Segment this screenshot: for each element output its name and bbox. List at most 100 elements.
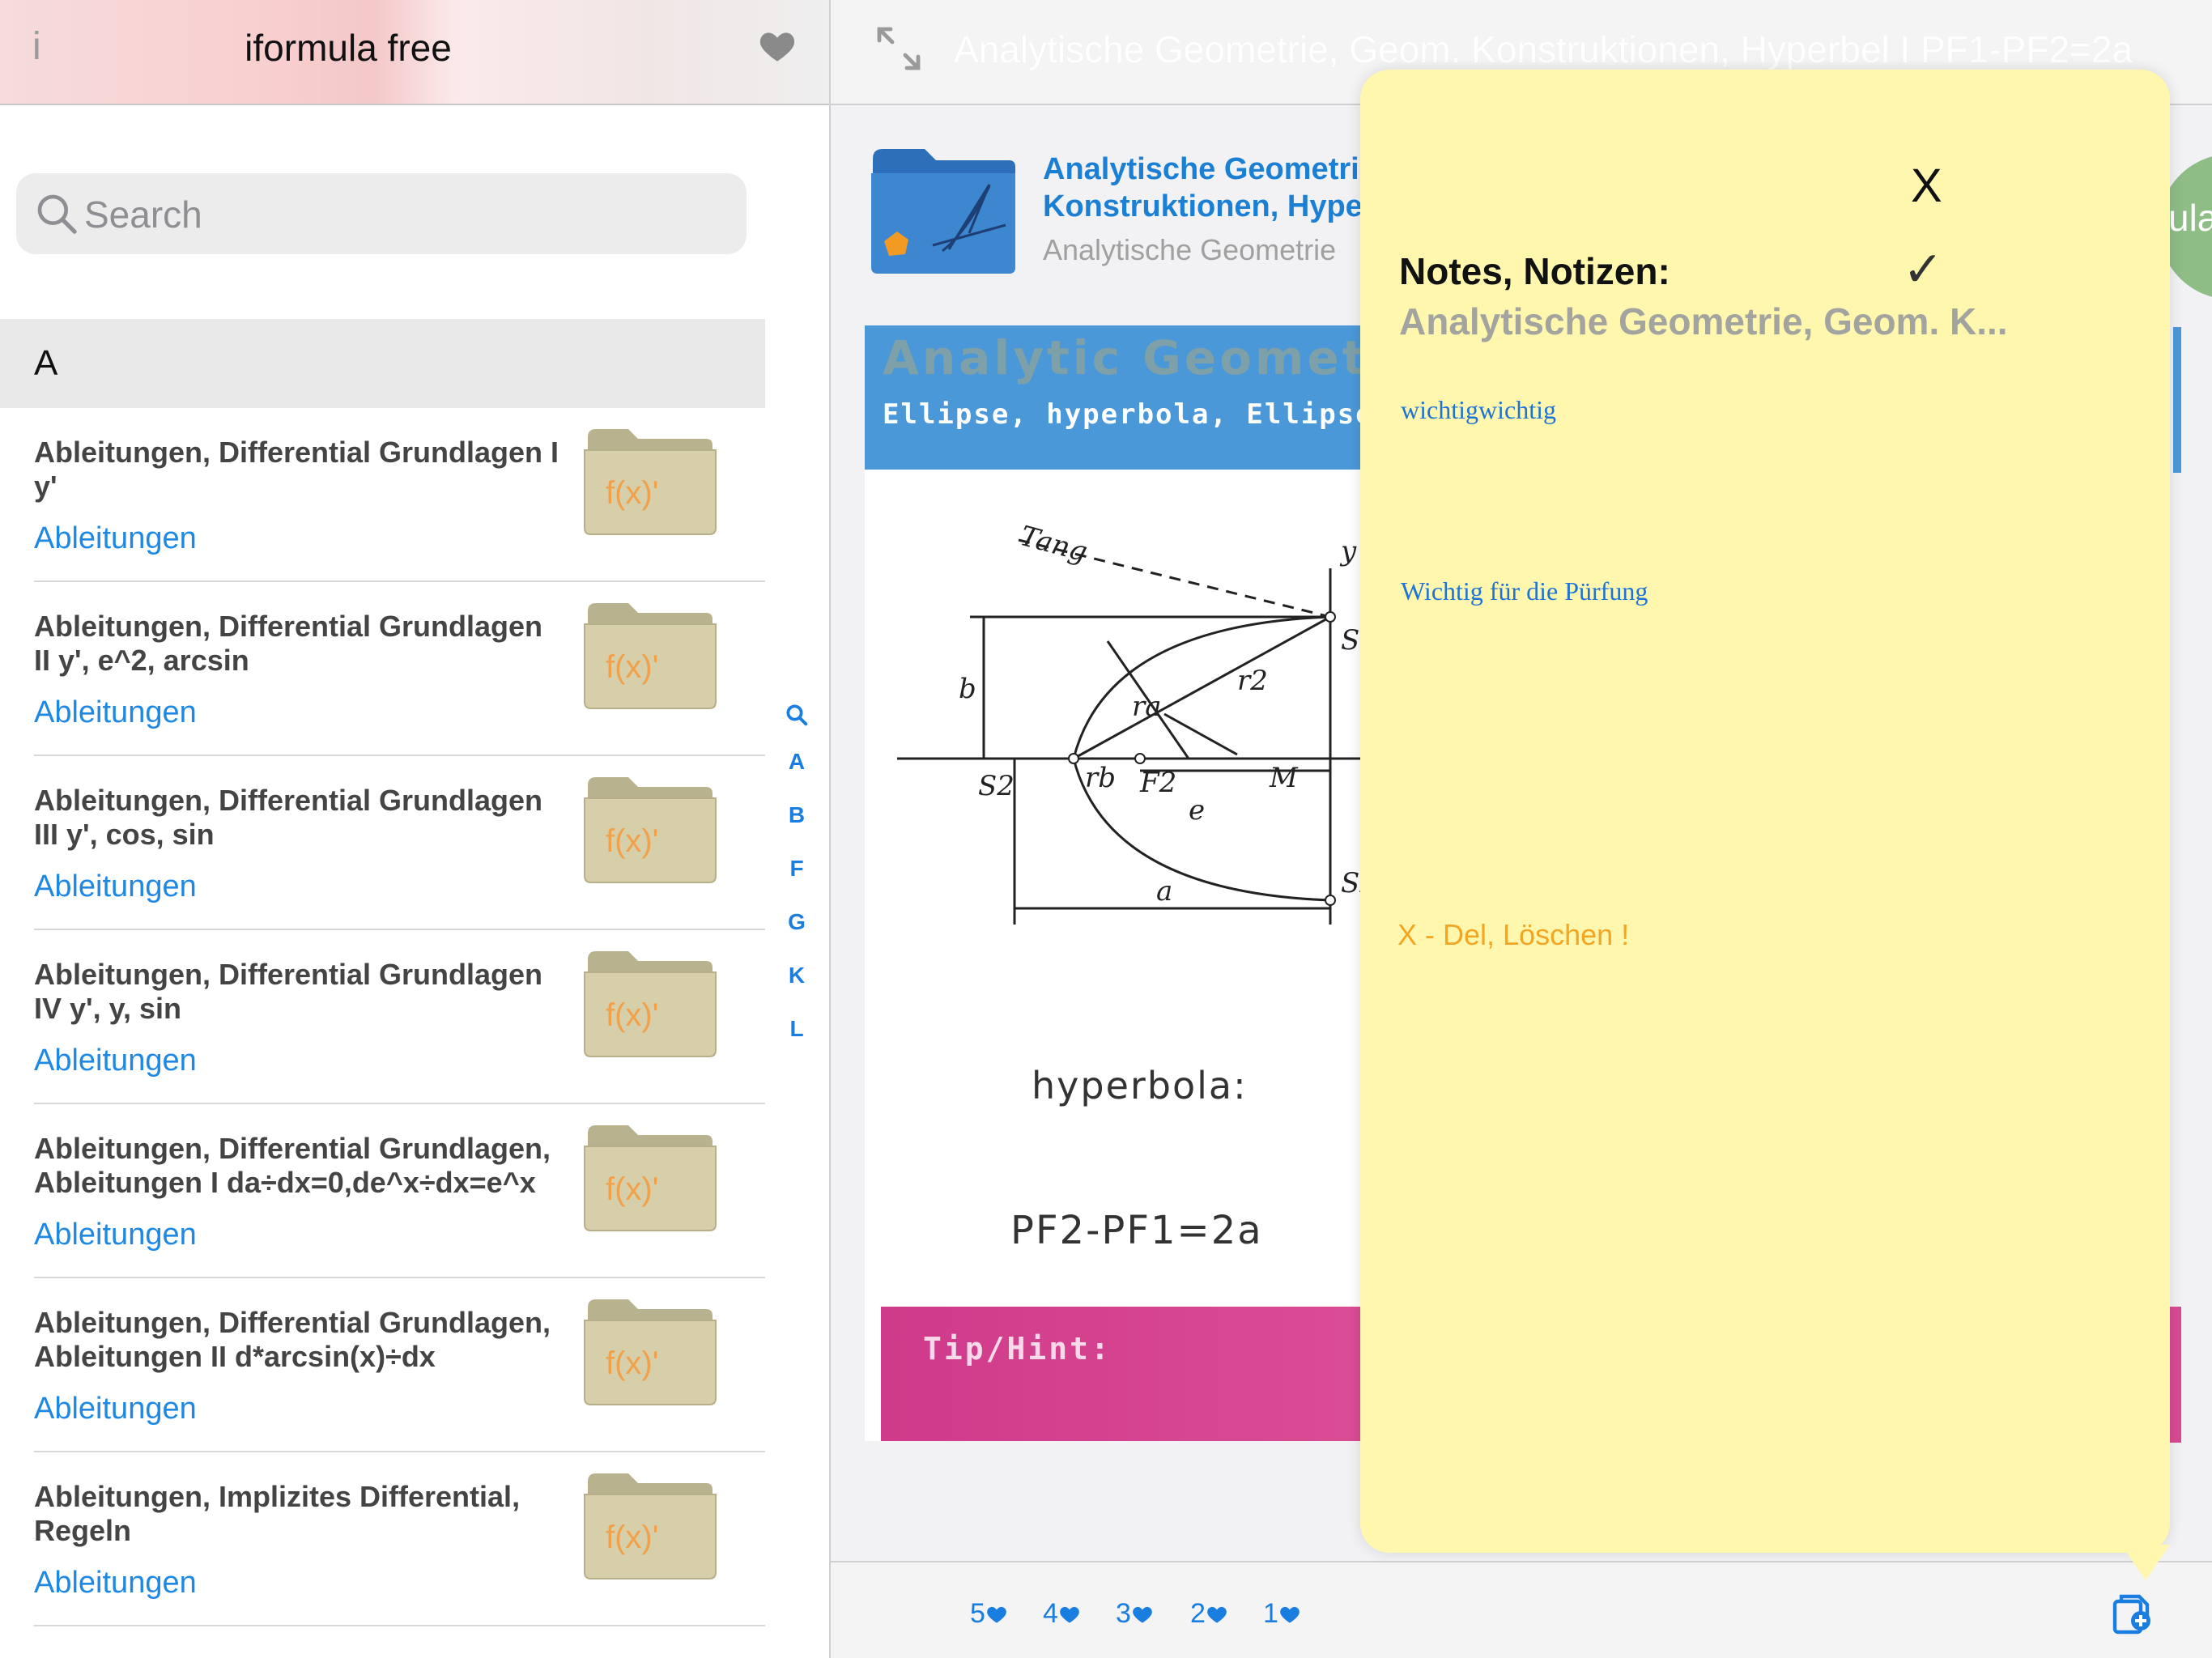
list-item-category: Ableitungen (34, 1392, 197, 1426)
notes-popover: X Notes, Notizen: ✓ Analytische Geometri… (1360, 70, 2170, 1553)
list-item-category: Ableitungen (34, 695, 197, 729)
rating-value: 4 (1043, 1598, 1058, 1629)
folder-label: f(x)' (606, 475, 658, 511)
heart-icon (1060, 1606, 1079, 1623)
index-search-icon[interactable] (785, 703, 809, 727)
delete-hint: X - Del, Löschen ! (1397, 918, 1630, 951)
list-item[interactable]: Ableitungen, Differential Grundlagen I y… (34, 408, 765, 582)
list-item-title: Ableitungen, Differential Grundlagen IV … (34, 958, 543, 1025)
list-item-category: Ableitungen (34, 1566, 197, 1600)
folder-label: f(x)' (606, 1346, 658, 1381)
section-index[interactable]: ABFGKL (779, 703, 815, 1056)
diagram-label-f2: F2 (1139, 767, 1176, 799)
list-item[interactable]: Ableitungen, Differential Grundlagen, Ab… (34, 1278, 765, 1452)
rating-button[interactable]: 5 (970, 1598, 1008, 1630)
hint-label: Tip/Hint: (923, 1331, 1112, 1367)
popover-arrow (2121, 1545, 2170, 1580)
list-item[interactable]: Ableitungen, Implizites Differential, Re… (34, 1452, 765, 1626)
diagram-label-a: a (1156, 875, 1172, 908)
folder-icon: f(x)' (584, 1473, 717, 1579)
rating-value: 2 (1190, 1598, 1206, 1629)
list-item-title: Ableitungen, Differential Grundlagen I y… (34, 436, 559, 503)
diagram-label-rb: rb (1085, 762, 1116, 794)
app-title: iformula free (245, 27, 452, 69)
folder-icon: f(x)' (584, 603, 717, 709)
confirm-button[interactable]: ✓ (1903, 241, 1943, 298)
bottom-toolbar: 5 4 3 2 1 (831, 1561, 2212, 1658)
search-bar[interactable] (16, 173, 747, 254)
rating-button[interactable]: 4 (1043, 1598, 1081, 1630)
list-item-category: Ableitungen (34, 521, 197, 555)
rating-button[interactable]: 1 (1263, 1598, 1301, 1630)
heart-icon[interactable] (757, 26, 798, 66)
index-letter[interactable]: B (779, 789, 815, 842)
add-note-icon[interactable] (2110, 1592, 2155, 1637)
diagram-label-b: b (959, 673, 976, 705)
list-item-title: Ableitungen, Differential Grundlagen II … (34, 610, 543, 677)
folder-icon: f(x)' (584, 951, 717, 1057)
formula-list: Ableitungen, Differential Grundlagen I y… (0, 408, 765, 1626)
folder-icon: f(x)' (584, 1125, 717, 1231)
rating-value: 5 (970, 1598, 985, 1629)
image-edge-strip (2173, 327, 2181, 473)
heart-icon (1280, 1606, 1300, 1623)
list-item-title: Ableitungen, Implizites Differential, Re… (34, 1480, 521, 1547)
diagram-label-s2-left: S2 (978, 770, 1015, 802)
folder-label: f(x)' (606, 1520, 658, 1555)
folder-icon: f(x)' (584, 1299, 717, 1405)
folder-label: f(x)' (606, 649, 658, 685)
geometry-folder-icon (871, 149, 1015, 274)
list-item[interactable]: Ableitungen, Differential Grundlagen, Ab… (34, 1104, 765, 1278)
folder-icon: f(x)' (584, 429, 717, 535)
entry-category: Analytische Geometrie (1043, 233, 1337, 266)
rating-value: 1 (1263, 1598, 1278, 1629)
list-item-title: Ableitungen, Differential Grundlagen, Ab… (34, 1132, 551, 1199)
index-letter[interactable]: A (779, 735, 815, 789)
search-icon (37, 194, 77, 234)
master-pane: i iformula free A Ableitungen, Different… (0, 0, 829, 1658)
heart-icon (1207, 1606, 1227, 1623)
folder-icon: f(x)' (584, 777, 717, 883)
list-item[interactable]: Ableitungen, Differential Grundlagen III… (34, 756, 765, 930)
search-input[interactable] (83, 188, 717, 241)
image-banner-title: Analytic Geomet (883, 330, 1368, 385)
folder-label: f(x)' (606, 997, 658, 1033)
note-item[interactable]: wichtigwichtig (1401, 395, 1556, 425)
rating-button[interactable]: 2 (1190, 1598, 1228, 1630)
rating-value: 3 (1116, 1598, 1131, 1629)
list-item-category: Ableitungen (34, 1044, 197, 1078)
list-item-category: Ableitungen (34, 869, 197, 903)
image-banner-subtitle: Ellipse, hyperbola, Ellipse (883, 398, 1374, 431)
folder-label: f(x)' (606, 1171, 658, 1207)
index-letter[interactable]: G (779, 895, 815, 949)
diagram-label-ra: ra (1132, 691, 1162, 723)
heart-icon (1133, 1606, 1152, 1623)
rating-button[interactable]: 3 (1116, 1598, 1154, 1630)
index-letter[interactable]: L (779, 1002, 815, 1056)
hyperbola-label: hyperbola: (1032, 1064, 1248, 1107)
list-item[interactable]: Ableitungen, Differential Grundlagen IV … (34, 930, 765, 1104)
section-header: A (0, 319, 765, 408)
diagram-label-e: e (1189, 794, 1205, 827)
index-letter[interactable]: F (779, 842, 815, 895)
expand-icon[interactable] (873, 23, 925, 74)
folder-label: f(x)' (606, 823, 658, 859)
index-letter[interactable]: K (779, 949, 815, 1002)
close-button[interactable]: X (1911, 159, 1942, 213)
diagram-label-r2: r2 (1237, 665, 1268, 697)
diagram-label-tang: Tang (1017, 520, 1091, 568)
notes-entry-title: Analytische Geometrie, Geom. K... (1399, 300, 2008, 342)
diagram-label-m: M (1269, 762, 1299, 794)
list-item-category: Ableitungen (34, 1218, 197, 1252)
list-item[interactable]: Ableitungen, Differential Grundlagen II … (34, 582, 765, 756)
notes-heading: Notes, Notizen: (1399, 250, 1670, 292)
master-navbar: i iformula free (0, 0, 829, 105)
hyperbola-formula: PF2-PF1=2a (1010, 1208, 1263, 1253)
detail-title: Analytische Geometrie, Geom. Konstruktio… (954, 28, 2133, 70)
list-item-title: Ableitungen, Differential Grundlagen, Ab… (34, 1306, 551, 1373)
diagram-label-y: y (1339, 535, 1357, 568)
section-letter: A (34, 343, 58, 383)
note-item[interactable]: Wichtig für die Pürfung (1401, 576, 1648, 606)
heart-icon (987, 1606, 1006, 1623)
list-item-title: Ableitungen, Differential Grundlagen III… (34, 784, 543, 851)
